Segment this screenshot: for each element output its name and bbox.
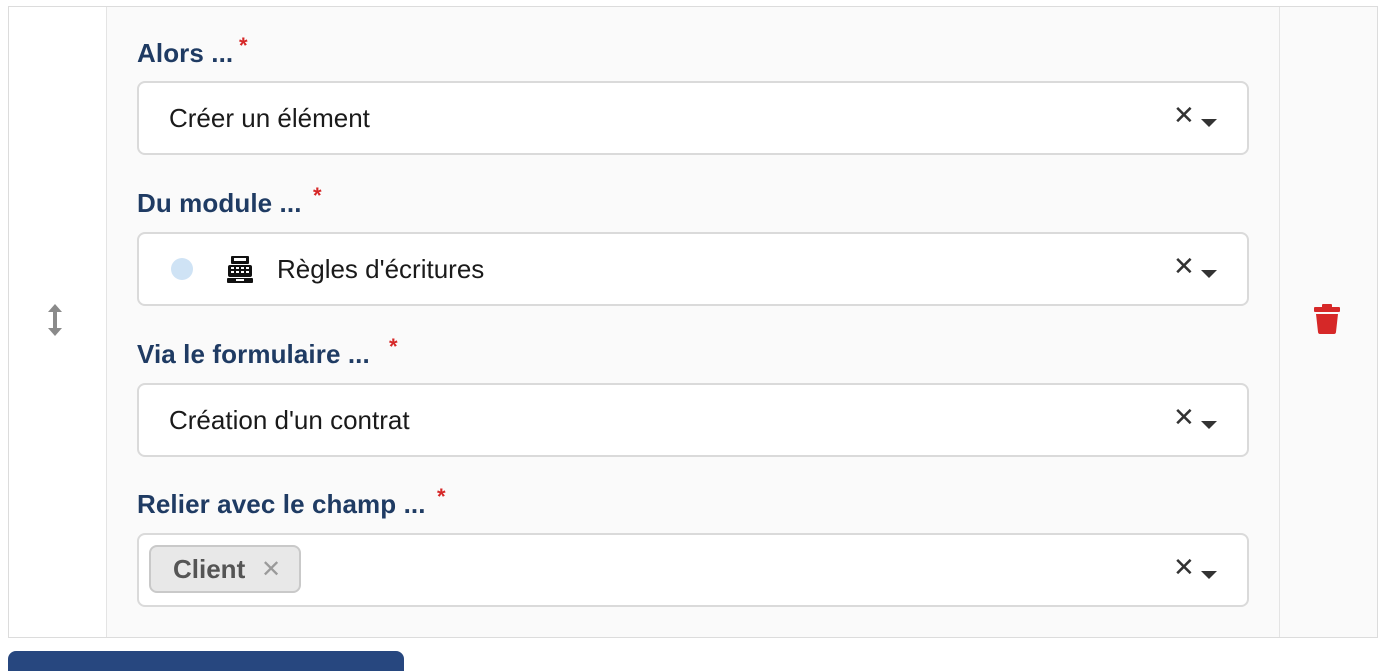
rule-action-card: Alors ... * Créer un élément ✕ Du module… xyxy=(8,6,1378,638)
clear-icon[interactable]: ✕ xyxy=(1173,405,1195,431)
required-marker: * xyxy=(239,33,248,58)
form-label: Via le formulaire ... xyxy=(137,339,370,369)
module-label: Du module ... xyxy=(137,188,302,218)
required-marker: * xyxy=(313,183,322,208)
clear-icon[interactable]: ✕ xyxy=(1173,555,1195,581)
drag-column xyxy=(9,7,107,637)
actions-column xyxy=(1279,7,1377,637)
chevron-down-icon[interactable] xyxy=(1201,421,1217,429)
required-marker: * xyxy=(437,484,446,509)
action-select-value: Créer un élément xyxy=(169,103,370,133)
delete-button[interactable] xyxy=(1310,301,1344,337)
trash-icon xyxy=(1314,304,1340,334)
required-marker: * xyxy=(389,334,398,359)
selected-tag: Client ✕ xyxy=(149,545,301,593)
tag-label: Client xyxy=(173,554,246,584)
clear-icon[interactable]: ✕ xyxy=(1173,254,1195,280)
clear-icon[interactable]: ✕ xyxy=(1173,103,1195,129)
chevron-down-icon[interactable] xyxy=(1201,270,1217,278)
action-label: Alors ... xyxy=(137,38,234,68)
fields-column: Alors ... * Créer un élément ✕ Du module… xyxy=(107,7,1279,637)
tag-remove-icon[interactable]: ✕ xyxy=(261,547,281,591)
module-color-dot xyxy=(171,258,193,280)
add-action-button[interactable] xyxy=(8,651,404,671)
chevron-down-icon[interactable] xyxy=(1201,571,1217,579)
drag-handle-icon[interactable] xyxy=(43,303,67,337)
cash-register-icon xyxy=(225,254,255,284)
link-field-label: Relier avec le champ ... xyxy=(137,489,426,519)
chevron-down-icon[interactable] xyxy=(1201,119,1217,127)
module-select[interactable]: Règles d'écritures ✕ xyxy=(137,232,1249,306)
form-select-value: Création d'un contrat xyxy=(169,405,410,435)
module-select-value: Règles d'écritures xyxy=(277,254,485,284)
form-select[interactable]: Création d'un contrat ✕ xyxy=(137,383,1249,457)
action-select[interactable]: Créer un élément ✕ xyxy=(137,81,1249,155)
link-field-multiselect[interactable]: Client ✕ ✕ xyxy=(137,533,1249,607)
